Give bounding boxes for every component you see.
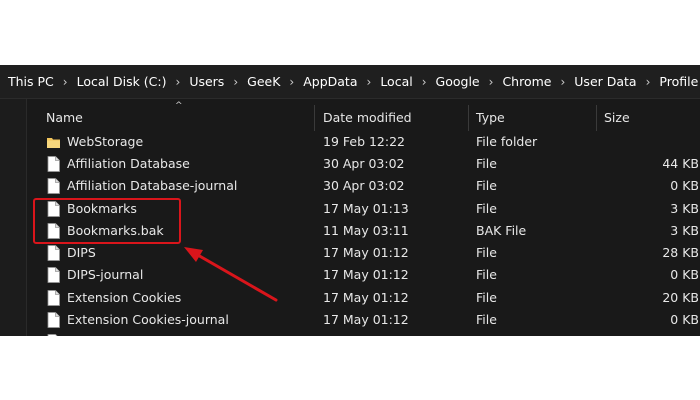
annotation-arrow-icon [184,247,278,302]
